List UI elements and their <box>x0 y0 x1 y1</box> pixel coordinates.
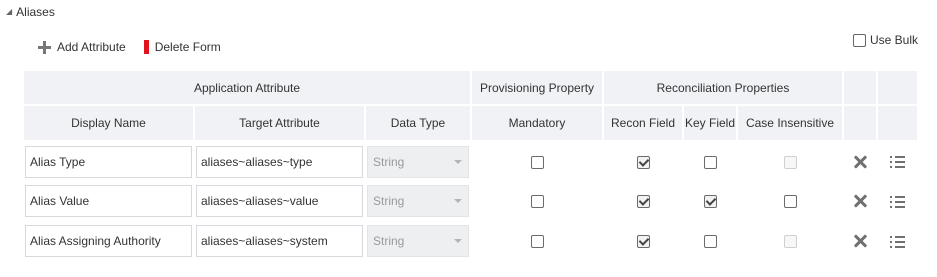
toolbar: Add Attribute Delete Form <box>38 40 221 54</box>
chevron-down-icon <box>454 239 462 243</box>
add-attribute-label: Add Attribute <box>57 40 126 54</box>
data-type-value: String <box>373 234 405 248</box>
column-header-key-field: Key Field <box>682 104 738 142</box>
column-header-target-attribute: Target Attribute <box>193 104 366 142</box>
group-header-application-attribute: Application Attribute <box>22 69 472 106</box>
column-header-action-blank <box>842 104 878 142</box>
close-icon[interactable] <box>853 234 867 248</box>
target-attribute-input[interactable]: aliases~aliases~system <box>196 225 363 257</box>
use-bulk-label: Use Bulk <box>870 33 919 47</box>
case-insensitive-checkbox <box>783 155 797 169</box>
data-type-select[interactable]: String <box>367 225 469 257</box>
red-bar-icon <box>143 40 149 54</box>
section-header-aliases[interactable]: ◢ Aliases <box>6 5 55 19</box>
close-icon[interactable] <box>853 194 867 208</box>
attributes-table: Application Attribute Provisioning Prope… <box>22 69 919 261</box>
chevron-down-icon <box>454 159 462 164</box>
plus-icon <box>38 40 51 54</box>
group-header-action-blank <box>842 69 878 106</box>
list-icon[interactable] <box>890 156 905 169</box>
column-header-mandatory: Mandatory <box>470 104 604 142</box>
display-name-input[interactable]: Alias Value <box>25 185 192 217</box>
add-attribute-button[interactable]: Add Attribute <box>38 40 126 54</box>
target-attribute-input[interactable]: aliases~aliases~value <box>196 185 363 217</box>
key-field-checkbox[interactable] <box>703 195 717 209</box>
data-type-select[interactable]: String <box>367 145 469 178</box>
group-header-action-blank <box>876 69 919 106</box>
collapse-triangle-icon[interactable]: ◢ <box>6 8 12 16</box>
column-header-recon-field: Recon Field <box>602 104 684 142</box>
data-type-value: String <box>373 194 405 208</box>
key-field-checkbox[interactable] <box>703 235 717 249</box>
column-header-data-type: Data Type <box>364 104 472 142</box>
recon-field-checkbox[interactable] <box>636 155 650 169</box>
key-field-checkbox[interactable] <box>703 155 717 169</box>
table-row: Alias Type aliases~aliases~type String <box>23 141 918 181</box>
display-name-input[interactable]: Alias Type <box>25 145 192 178</box>
mandatory-checkbox[interactable] <box>530 155 544 169</box>
use-bulk-toggle[interactable]: Use Bulk <box>853 33 918 47</box>
mandatory-checkbox[interactable] <box>530 235 544 249</box>
display-name-input[interactable]: Alias Assigning Authority <box>25 225 192 257</box>
group-header-provisioning-property: Provisioning Property <box>470 69 604 106</box>
delete-form-button[interactable]: Delete Form <box>143 40 221 54</box>
case-insensitive-checkbox <box>783 235 797 249</box>
mandatory-checkbox[interactable] <box>530 195 544 209</box>
data-type-select[interactable]: String <box>367 185 469 217</box>
group-header-reconciliation-properties: Reconciliation Properties <box>602 69 844 106</box>
section-title: Aliases <box>16 5 55 19</box>
list-icon[interactable] <box>890 235 905 248</box>
case-insensitive-checkbox[interactable] <box>783 195 797 209</box>
table-row: Alias Value aliases~aliases~value String <box>23 181 918 221</box>
column-header-case-insensitive: Case Insensitive <box>736 104 844 142</box>
column-header-action-blank <box>876 104 919 142</box>
close-icon[interactable] <box>853 155 867 169</box>
chevron-down-icon <box>454 199 462 203</box>
use-bulk-checkbox[interactable] <box>853 33 866 47</box>
data-type-value: String <box>373 154 405 169</box>
list-icon[interactable] <box>890 195 905 208</box>
table-row: Alias Assigning Authority aliases~aliase… <box>23 221 918 261</box>
target-attribute-input[interactable]: aliases~aliases~type <box>196 145 363 178</box>
recon-field-checkbox[interactable] <box>636 235 650 249</box>
delete-form-label: Delete Form <box>154 40 221 54</box>
recon-field-checkbox[interactable] <box>636 195 650 209</box>
column-header-display-name: Display Name <box>22 104 195 142</box>
